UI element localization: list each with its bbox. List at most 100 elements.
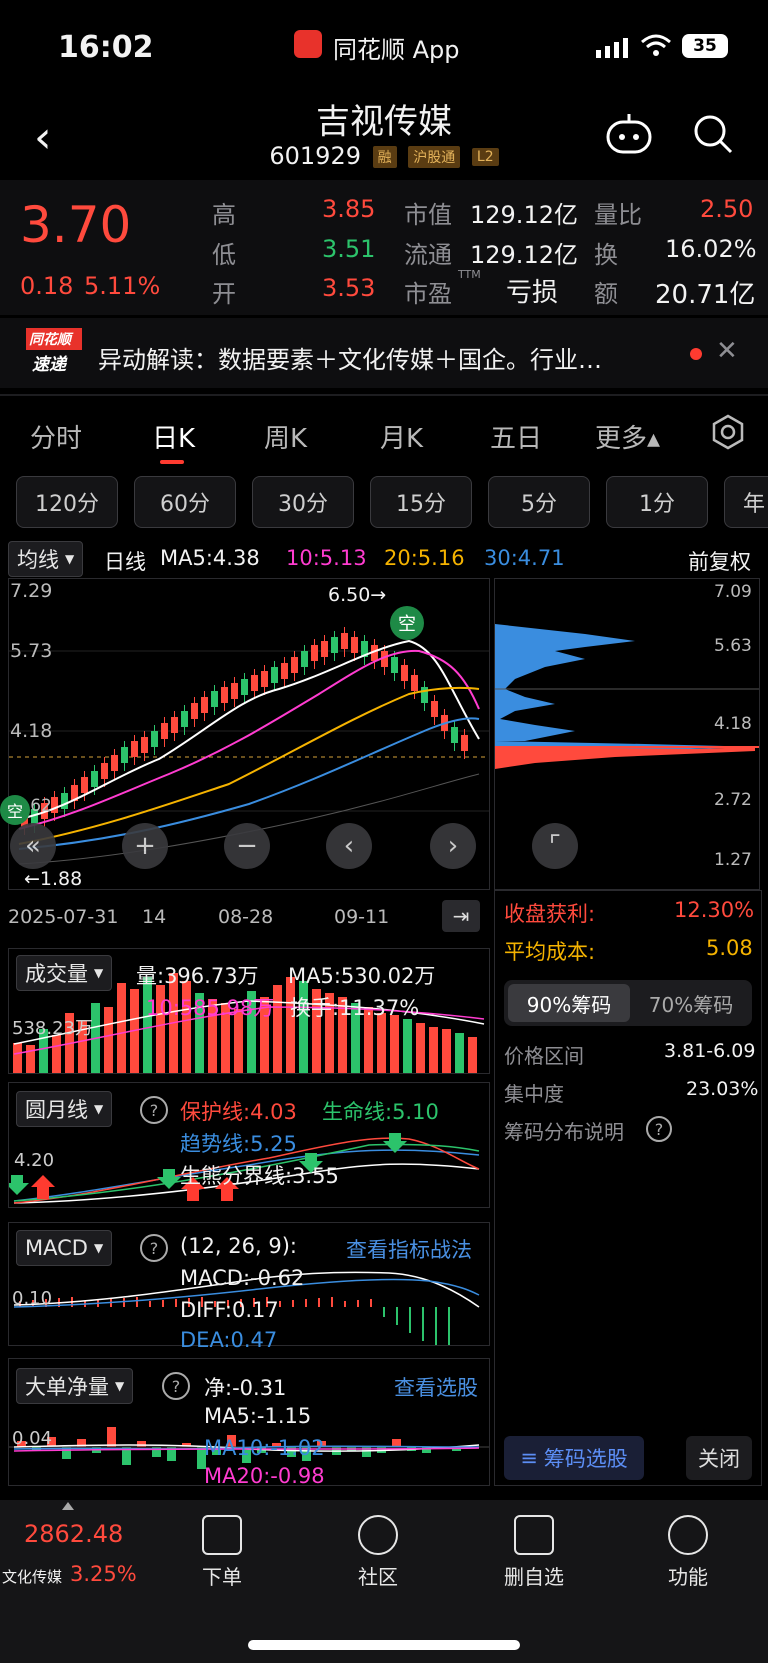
big-order-bar: [137, 1441, 146, 1447]
search-icon[interactable]: [693, 114, 733, 154]
news-logo: 同花顺 速递: [26, 328, 82, 376]
wifi-icon: [640, 34, 672, 58]
life-line: 生命线:5.10: [322, 1100, 439, 1124]
candle: [171, 717, 178, 733]
tab-daily-k[interactable]: 日K: [152, 418, 195, 455]
volume-bar: [117, 983, 126, 1073]
app-badge: 同花顺 App: [333, 36, 460, 64]
robot-icon[interactable]: [604, 112, 654, 156]
big-order-help-icon[interactable]: ?: [162, 1372, 190, 1400]
big-order-link[interactable]: 查看选股: [394, 1372, 478, 1402]
tab-intraday[interactable]: 分时: [30, 418, 82, 455]
pill-1m[interactable]: 1分: [606, 476, 708, 528]
protect-line: 保护线:4.03: [180, 1100, 297, 1124]
nav-remove-watch[interactable]: 删自选: [484, 1515, 584, 1590]
ma-type: 日线: [104, 550, 146, 574]
pill-60m[interactable]: 60分: [134, 476, 236, 528]
high-value: 3.85: [322, 195, 376, 223]
pan-left-icon[interactable]: ‹: [326, 823, 372, 869]
big-order-selector[interactable]: 大单净量 ▼: [16, 1368, 134, 1404]
zoom-in-icon[interactable]: +: [122, 823, 168, 869]
volume-bar: [273, 985, 282, 1073]
signal-empty-icon[interactable]: 空: [390, 606, 424, 640]
kline-y-mid: 5.73: [10, 640, 53, 662]
ma5-value: MA5:4.38: [160, 546, 260, 570]
macd-bar: [149, 1301, 151, 1307]
chevron-down-icon: ▼: [94, 1102, 104, 1116]
index-value[interactable]: 2862.48: [24, 1520, 123, 1548]
candle: [141, 737, 148, 753]
candle: [161, 723, 168, 739]
macd-selector[interactable]: MACD ▼: [16, 1230, 113, 1266]
kline-y-low: 4.18: [10, 720, 53, 742]
candle: [461, 735, 468, 751]
pill-year[interactable]: 年: [724, 476, 768, 528]
volume-bar: [377, 1013, 386, 1073]
fullscreen-icon[interactable]: ⌜: [532, 823, 578, 869]
macd-params: (12, 26, 9):: [180, 1234, 297, 1258]
volume-selector-label: 成交量: [25, 962, 88, 986]
volume-bar: [104, 1007, 113, 1073]
candle: [111, 755, 118, 771]
pan-left-fast-icon[interactable]: «: [10, 823, 56, 869]
macd-bar: [123, 1298, 125, 1307]
vr-value: 2.50: [700, 195, 754, 223]
date-mid2: 08-28: [218, 906, 274, 928]
macd-bar: [435, 1307, 437, 1349]
pill-30m[interactable]: 30分: [252, 476, 354, 528]
nav-community[interactable]: 社区: [328, 1515, 428, 1590]
kline-low-label: ←1.88: [24, 868, 83, 890]
tab-weekly-k[interactable]: 周K: [264, 418, 307, 455]
signal-empty-left-icon[interactable]: 空: [0, 795, 30, 825]
macd-selector-label: MACD: [25, 1236, 88, 1260]
macd-bar: [162, 1300, 164, 1307]
float-value: 129.12亿: [470, 241, 578, 269]
volume-bar: [403, 1019, 412, 1073]
adjust-mode[interactable]: 前复权: [688, 546, 751, 576]
macd-y-label: 0.10: [12, 1288, 53, 1309]
tab-more[interactable]: 更多▴: [595, 418, 660, 455]
ma-selector[interactable]: 均线 ▼: [8, 541, 84, 577]
volume-bar: [429, 1027, 438, 1073]
kline-y-max: 7.29: [10, 580, 53, 602]
candle: [221, 687, 228, 703]
pill-5m[interactable]: 5分: [488, 476, 590, 528]
expand-up-icon[interactable]: [62, 1502, 74, 1510]
tab-five-day[interactable]: 五日: [490, 418, 542, 455]
volume-y-label: 538.23万: [12, 1018, 93, 1039]
macd-bar: [357, 1300, 359, 1307]
yuanyue-help-icon[interactable]: ?: [140, 1096, 168, 1124]
settings-icon[interactable]: [710, 414, 746, 450]
tab-monthly-k[interactable]: 月K: [380, 418, 423, 455]
pe-value: 亏损: [506, 278, 559, 308]
macd-link[interactable]: 查看指标战法: [346, 1234, 472, 1264]
jump-latest-icon[interactable]: ⇥: [442, 900, 480, 932]
candle: [251, 675, 258, 691]
close-news-icon[interactable]: ✕: [716, 336, 738, 366]
nav-order[interactable]: 下单: [172, 1515, 272, 1590]
news-text[interactable]: 异动解读：数据要素＋文化传媒＋国企。行业…: [98, 340, 602, 375]
app-logo-icon: [294, 30, 322, 58]
macd-help-icon[interactable]: ?: [140, 1234, 168, 1262]
volume-selector[interactable]: 成交量 ▼: [16, 955, 113, 991]
volume-bar: [442, 1029, 451, 1073]
macd-bar: [136, 1297, 138, 1307]
candle: [451, 727, 458, 743]
chevron-down-icon: ▼: [115, 1379, 125, 1393]
signal-icon: [596, 38, 630, 58]
macd-bar: [383, 1307, 385, 1317]
index-pct: 3.25%: [70, 1562, 137, 1586]
candle: [281, 663, 288, 679]
pill-15m[interactable]: 15分: [370, 476, 472, 528]
macd-diff: DIFF:0.17: [180, 1298, 279, 1322]
nav-functions[interactable]: 功能: [638, 1515, 738, 1590]
pill-120m[interactable]: 120分: [16, 476, 118, 528]
macd-bar: [370, 1299, 372, 1307]
zoom-out-icon[interactable]: −: [224, 823, 270, 869]
mcap-label: 市值: [404, 201, 452, 229]
candle: [301, 651, 308, 667]
candle: [411, 675, 418, 691]
yuanyue-selector[interactable]: 圆月线 ▼: [16, 1091, 113, 1127]
home-indicator: [248, 1640, 520, 1650]
pan-right-icon[interactable]: ›: [430, 823, 476, 869]
